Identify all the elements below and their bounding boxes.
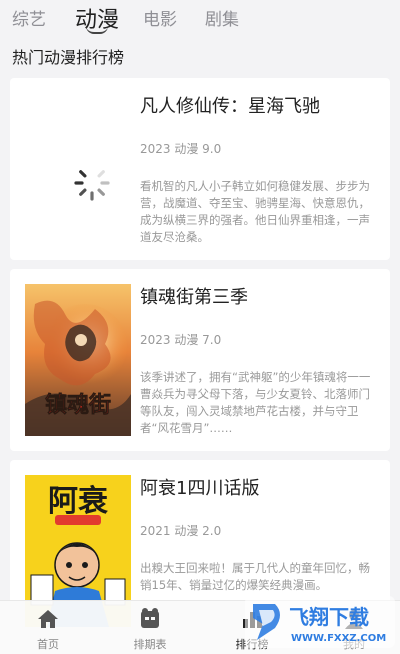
card-meta: 2023 动漫 7.0 [140,333,222,347]
card-title: 凡人修仙传：星海飞驰 [140,96,320,117]
loading-spinner-icon [74,170,110,201]
tab-variety[interactable]: 综艺 [12,5,46,30]
home-icon [38,610,58,628]
nav-home[interactable]: 首页 [8,601,88,654]
list-item[interactable]: 凡人修仙传：星海飞驰 2023 动漫 9.0 看机智的凡人小子韩立如何稳健发展、… [10,78,390,260]
card-description: 看机智的凡人小子韩立如何稳健发展、步步为营，战魔道、夺至宝、驰骋星海、快意恩仇，… [140,179,370,244]
watermark-logo: 飞翔下载 WWW.FXXZ.COM [245,596,395,648]
section-title: 热门动漫排行榜 [12,48,125,67]
nav-label: 排期表 [133,638,167,651]
app-screen: 综艺 动漫 电影 剧集 热门动漫排行榜 凡人修仙传：星海飞驰 2023 动漫 9… [0,0,400,654]
card-meta: 2023 动漫 9.0 [140,142,222,156]
card-title: 镇魂街第三季 [140,287,248,308]
nav-schedule[interactable]: 排期表 [110,601,190,654]
card-description: 该季讲述了，拥有“武神躯”的少年镇魂将一一曹焱兵为寻父母下落，与少女夏铃、北落师… [140,370,371,435]
poster-title-text: 阿衰 [48,484,108,519]
card-title: 阿衰1四川话版 [140,478,260,499]
category-tabs: 综艺 动漫 电影 剧集 [0,0,400,40]
watermark: 飞翔下载 WWW.FXXZ.COM [245,594,395,650]
poster-image: 镇魂街 [25,284,131,436]
poster-placeholder [25,93,131,245]
list-item[interactable]: 镇魂街 镇魂街第三季 2023 动漫 7.0 该季讲述了，拥有“武神躯”的少年镇… [10,269,390,451]
watermark-brand: 飞翔下载 [289,605,369,629]
card-meta: 2021 动漫 2.0 [140,524,222,538]
poster-art-zhenhunjie: 镇魂街 [25,284,131,436]
poster-title-text: 镇魂街 [45,392,111,418]
tab-series[interactable]: 剧集 [205,5,239,30]
watermark-url: WWW.FXXZ.COM [291,633,386,644]
tab-movie[interactable]: 电影 [143,5,177,30]
nav-label: 首页 [37,638,59,651]
schedule-icon [141,608,159,628]
